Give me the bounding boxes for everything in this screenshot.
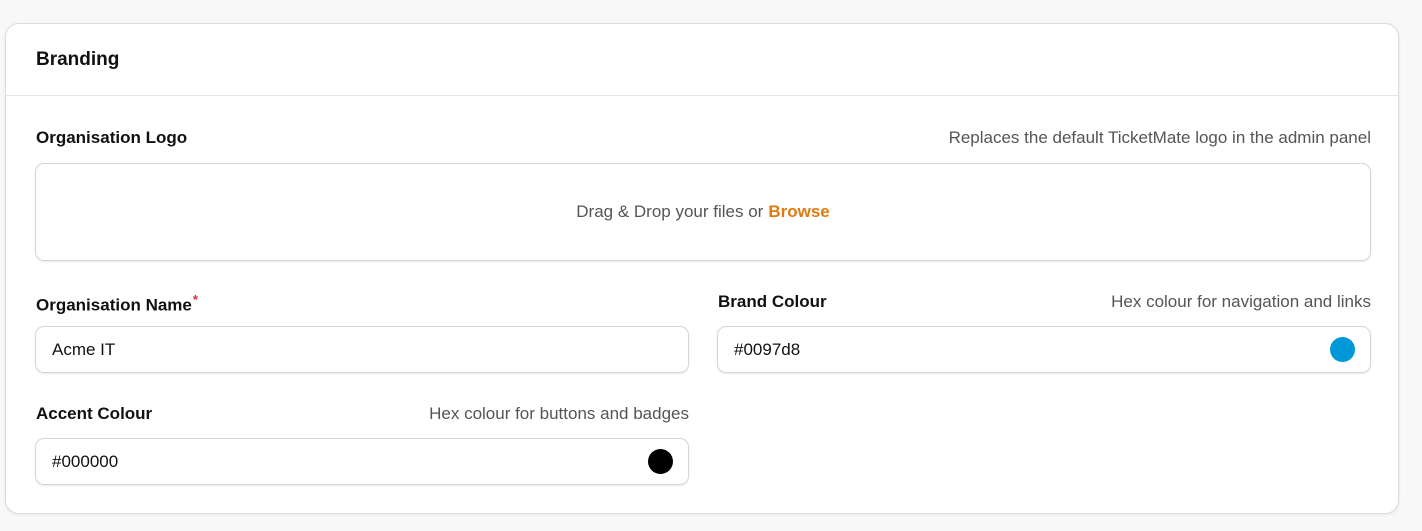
organisation-name-input[interactable]: Acme IT (35, 326, 689, 373)
brand-colour-hint: Hex colour for navigation and links (1111, 292, 1371, 311)
organisation-name-label-text: Organisation Name (36, 295, 192, 315)
brand-colour-label-row: Brand Colour Hex colour for navigation a… (717, 292, 1371, 316)
dropzone-text: Drag & Drop your files or (576, 202, 764, 221)
brand-colour-value: #0097d8 (734, 339, 801, 359)
branding-card: Branding Organisation Logo Replaces the … (5, 23, 1399, 514)
accent-colour-value: #000000 (52, 451, 119, 471)
logo-dropzone[interactable]: Drag & Drop your files or Browse (35, 163, 1371, 261)
organisation-name-label-row: Organisation Name* (35, 292, 689, 316)
organisation-logo-label-row: Organisation Logo Replaces the default T… (35, 128, 1371, 152)
accent-colour-swatch[interactable] (648, 449, 673, 474)
browse-link[interactable]: Browse (768, 202, 829, 222)
accent-colour-hint: Hex colour for buttons and badges (429, 404, 689, 423)
brand-colour-input[interactable]: #0097d8 (717, 326, 1371, 373)
accent-colour-field: Accent Colour Hex colour for buttons and… (35, 404, 689, 485)
accent-colour-label: Accent Colour (36, 404, 153, 423)
organisation-name-label: Organisation Name* (35, 292, 198, 316)
brand-colour-label: Brand Colour (718, 292, 827, 311)
organisation-name-value: Acme IT (52, 339, 116, 359)
accent-colour-input[interactable]: #000000 (35, 438, 689, 485)
organisation-logo-field: Organisation Logo Replaces the default T… (35, 128, 1371, 261)
brand-colour-field: Brand Colour Hex colour for navigation a… (717, 292, 1371, 373)
accent-colour-label-row: Accent Colour Hex colour for buttons and… (35, 404, 689, 428)
organisation-name-field: Organisation Name* Acme IT (35, 292, 689, 373)
organisation-logo-hint: Replaces the default TicketMate logo in … (948, 128, 1371, 147)
brand-colour-swatch[interactable] (1330, 337, 1355, 362)
organisation-logo-label: Organisation Logo (36, 128, 188, 147)
required-asterisk: * (192, 292, 198, 307)
card-title: Branding (36, 48, 120, 70)
card-header: Branding (6, 24, 1398, 96)
